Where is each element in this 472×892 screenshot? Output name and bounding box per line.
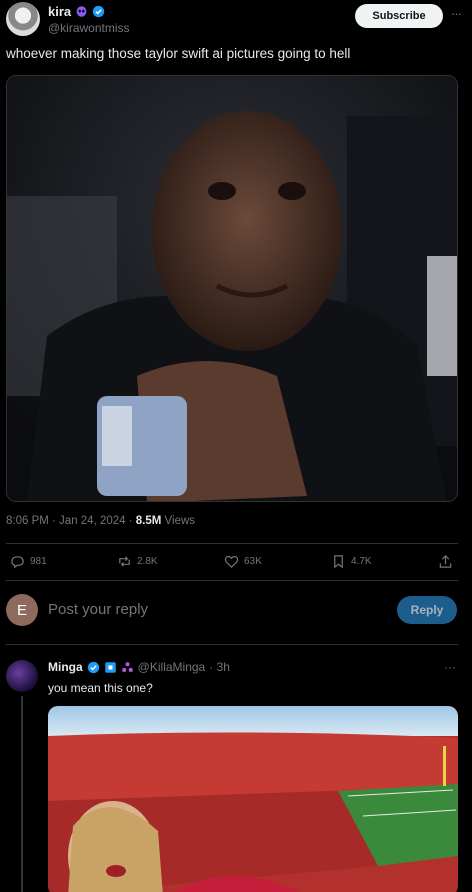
post-header: kira @kirawontmiss Subscribe ··· xyxy=(6,2,466,38)
post-timestamp[interactable]: 8:06 PM · Jan 24, 2024 · xyxy=(6,515,136,527)
reply-author-avatar[interactable] xyxy=(6,660,38,692)
action-bar: 981 2.8K 63K 4.7K xyxy=(6,548,458,578)
post-image[interactable] xyxy=(6,75,458,502)
reply-action[interactable]: 981 xyxy=(10,554,47,569)
like-count: 63K xyxy=(244,556,262,567)
affiliate-badge-icon xyxy=(104,661,116,673)
reply-author-name[interactable]: Minga xyxy=(48,660,83,674)
verified-badge-icon xyxy=(92,5,105,18)
author-handle[interactable]: @kirawontmiss xyxy=(48,21,130,35)
post-meta: 8:06 PM · Jan 24, 2024 · 8.5M Views xyxy=(6,515,195,527)
user-avatar[interactable]: E xyxy=(6,594,38,626)
post-text: whoever making those taylor swift ai pic… xyxy=(6,46,351,61)
repost-icon xyxy=(119,556,130,567)
subscribe-button[interactable]: Subscribe xyxy=(355,4,443,28)
reply-header: Minga @KillaMinga · 3h xyxy=(48,660,230,674)
reply-more-icon[interactable]: ··· xyxy=(444,660,456,674)
divider xyxy=(6,644,458,645)
thread-line xyxy=(21,696,23,892)
heart-icon xyxy=(224,555,239,568)
reply-image[interactable] xyxy=(48,706,458,892)
alien-emoji-icon xyxy=(76,6,87,17)
bookmark-icon xyxy=(334,555,343,569)
more-options-icon[interactable]: ··· xyxy=(451,6,462,21)
divider xyxy=(6,543,458,544)
reply-button[interactable]: Reply xyxy=(397,596,457,624)
verified-badge-icon xyxy=(87,661,99,673)
reply-count: 981 xyxy=(30,556,47,567)
repost-action[interactable]: 2.8K xyxy=(117,554,158,569)
share-icon xyxy=(439,555,452,568)
reply-input[interactable]: Post your reply xyxy=(48,601,148,618)
divider xyxy=(6,580,458,581)
reply-post[interactable]: Minga @KillaMinga · 3h ··· you mean this… xyxy=(6,656,458,892)
author-avatar[interactable] xyxy=(6,2,40,36)
reply-text: you mean this one? xyxy=(48,681,153,695)
share-action[interactable] xyxy=(438,554,453,569)
views-count: 8.5M xyxy=(135,515,162,527)
author-name-row: kira xyxy=(48,4,105,19)
repost-count: 2.8K xyxy=(137,556,158,567)
bookmark-count: 4.7K xyxy=(351,556,372,567)
author-name[interactable]: kira xyxy=(48,4,71,19)
views-label: Views xyxy=(161,515,196,527)
reply-photo xyxy=(48,706,458,892)
post-photo xyxy=(7,76,457,501)
reply-time[interactable]: · 3h xyxy=(209,660,230,674)
triangle-dots-emoji-icon xyxy=(121,661,133,672)
reply-composer: E Post your reply Reply xyxy=(6,594,458,628)
bookmark-action[interactable]: 4.7K xyxy=(331,554,372,569)
reply-icon xyxy=(11,556,24,569)
reply-author-handle[interactable]: @KillaMinga xyxy=(138,660,206,674)
like-action[interactable]: 63K xyxy=(224,554,262,569)
